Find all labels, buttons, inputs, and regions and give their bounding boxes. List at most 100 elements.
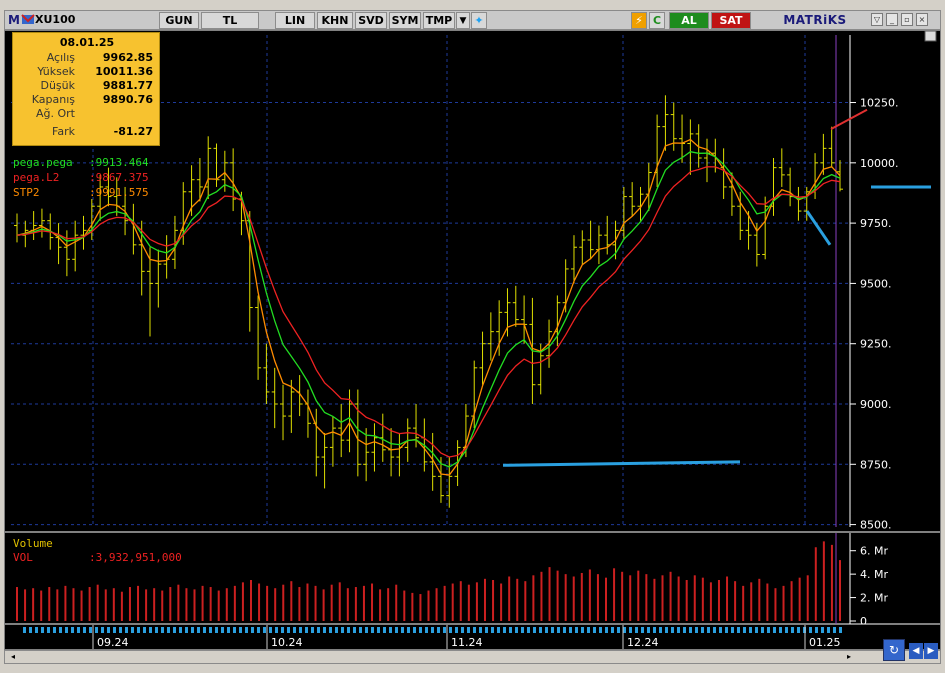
restore-icon[interactable]: ▫ bbox=[901, 13, 913, 26]
info-row-high: Yüksek 10011.36 bbox=[37, 65, 153, 78]
time-label: 01.25 bbox=[809, 636, 841, 649]
time-label: 09.24 bbox=[97, 636, 129, 649]
time-tick bbox=[191, 627, 194, 633]
time-tick bbox=[329, 627, 332, 633]
chart-menu-icon bbox=[924, 30, 937, 42]
chart-toolbar: M XU100 GUN TL LIN KHN SVD SYM TMP ▼ ✦ ⚡… bbox=[4, 10, 941, 30]
time-tick bbox=[641, 627, 644, 633]
ohlc-bar bbox=[88, 199, 95, 240]
time-tick bbox=[131, 627, 134, 633]
y-tick-label: 9500. bbox=[860, 277, 892, 290]
ohlc-bar bbox=[579, 230, 586, 265]
y-tick-label: 9750. bbox=[860, 217, 892, 230]
ohlc-bar bbox=[388, 428, 395, 477]
time-tick bbox=[161, 627, 164, 633]
refresh-icon[interactable]: C bbox=[649, 12, 665, 29]
sym-button[interactable]: SYM bbox=[389, 12, 421, 29]
time-tick bbox=[113, 627, 116, 633]
volume-chart-svg[interactable]: 6. Mr4. Mr2. Mr0 bbox=[5, 533, 942, 628]
ohlc-bar bbox=[205, 136, 212, 199]
y-tick-label: 10250. bbox=[860, 97, 899, 110]
time-tick bbox=[755, 627, 758, 633]
pan-left-icon[interactable]: ◀ bbox=[909, 643, 923, 659]
ohlc-bar bbox=[654, 114, 661, 187]
buy-button[interactable]: AL bbox=[669, 12, 709, 29]
y-tick-label: 8500. bbox=[860, 519, 892, 532]
time-tick bbox=[389, 627, 392, 633]
ohlc-bar bbox=[687, 119, 694, 175]
symbol-icon[interactable] bbox=[21, 12, 35, 29]
time-tick bbox=[821, 627, 824, 633]
auto-scroll-icon[interactable]: ↻ bbox=[883, 639, 905, 661]
time-tick bbox=[221, 627, 224, 633]
time-tick bbox=[107, 627, 110, 633]
time-tick bbox=[203, 627, 206, 633]
time-tick bbox=[527, 627, 530, 633]
time-tick bbox=[581, 627, 584, 633]
time-tick bbox=[35, 627, 38, 633]
scroll-right-icon[interactable]: ▸ bbox=[843, 652, 855, 662]
time-tick bbox=[539, 627, 542, 633]
y-tick-label: 10000. bbox=[860, 157, 899, 170]
time-tick bbox=[545, 627, 548, 633]
time-tick bbox=[515, 627, 518, 633]
time-tick bbox=[449, 627, 452, 633]
info-date: 08.01.25 bbox=[59, 36, 115, 49]
time-tick bbox=[83, 627, 86, 633]
close-icon[interactable]: × bbox=[916, 13, 928, 26]
khn-button[interactable]: KHN bbox=[317, 12, 353, 29]
dropdown-window-icon[interactable]: ▽ bbox=[871, 13, 883, 26]
pan-right-icon[interactable]: ▶ bbox=[924, 643, 938, 659]
symbol-label[interactable]: XU100 bbox=[35, 12, 83, 29]
time-tick bbox=[47, 627, 50, 633]
time-tick bbox=[665, 627, 668, 633]
time-tick bbox=[773, 627, 776, 633]
time-tick bbox=[461, 627, 464, 633]
ohlc-bar bbox=[512, 285, 519, 327]
time-tick bbox=[71, 627, 74, 633]
time-tick bbox=[785, 627, 788, 633]
ohlc-bar bbox=[695, 124, 702, 168]
time-tick bbox=[173, 627, 176, 633]
time-tick bbox=[305, 627, 308, 633]
ohlc-bar bbox=[55, 223, 62, 265]
ohlc-bar bbox=[604, 215, 611, 255]
time-axis[interactable]: 09.24 10.24 11.24 12.24 01.25 bbox=[4, 624, 941, 650]
volume-chart-panel[interactable]: 6. Mr 4. Mr 2. Mr 0 bbox=[4, 532, 942, 628]
time-tick bbox=[731, 627, 734, 633]
ohlc-bar bbox=[72, 220, 79, 272]
minimize-icon[interactable]: _ bbox=[886, 13, 898, 26]
twitter-icon[interactable]: ✦ bbox=[471, 12, 487, 29]
ohlc-bar bbox=[504, 288, 511, 337]
ohlc-bar bbox=[587, 220, 594, 260]
svd-button[interactable]: SVD bbox=[355, 12, 387, 29]
legend-pega: pega.pega:9913.464 bbox=[13, 156, 149, 169]
time-tick bbox=[749, 627, 752, 633]
time-tick bbox=[677, 627, 680, 633]
tmp-button[interactable]: TMP bbox=[423, 12, 455, 29]
time-tick bbox=[809, 627, 812, 633]
time-tick bbox=[689, 627, 692, 633]
ohlc-bar bbox=[778, 148, 785, 187]
time-tick bbox=[137, 627, 140, 633]
ohlc-bar bbox=[280, 384, 287, 441]
ohlc-info-box: 08.01.25 Açılış 9962.85 Yüksek 10011.36 … bbox=[12, 32, 160, 146]
time-tick bbox=[125, 627, 128, 633]
time-tick bbox=[239, 627, 242, 633]
horizontal-scrollbar[interactable]: ◂ ▸ ↻ ◀ ▶ bbox=[4, 639, 941, 664]
legend-stp2: STP2:9991.575 bbox=[13, 186, 149, 199]
time-tick bbox=[209, 627, 212, 633]
time-tick bbox=[383, 627, 386, 633]
scroll-left-icon[interactable]: ◂ bbox=[7, 652, 19, 662]
time-tick bbox=[89, 627, 92, 633]
ohlc-bar bbox=[14, 213, 20, 243]
period-button[interactable]: GUN bbox=[159, 12, 199, 29]
lightning-icon[interactable]: ⚡ bbox=[631, 12, 647, 29]
time-axis-svg[interactable]: 09.24 10.24 11.24 12.24 01.25 bbox=[5, 625, 942, 651]
sell-button[interactable]: SAT bbox=[711, 12, 751, 29]
dropdown-arrow-icon[interactable]: ▼ bbox=[456, 12, 470, 29]
time-tick bbox=[233, 627, 236, 633]
currency-button[interactable]: TL bbox=[201, 12, 259, 29]
time-tick bbox=[263, 627, 266, 633]
lin-button[interactable]: LIN bbox=[275, 12, 315, 29]
